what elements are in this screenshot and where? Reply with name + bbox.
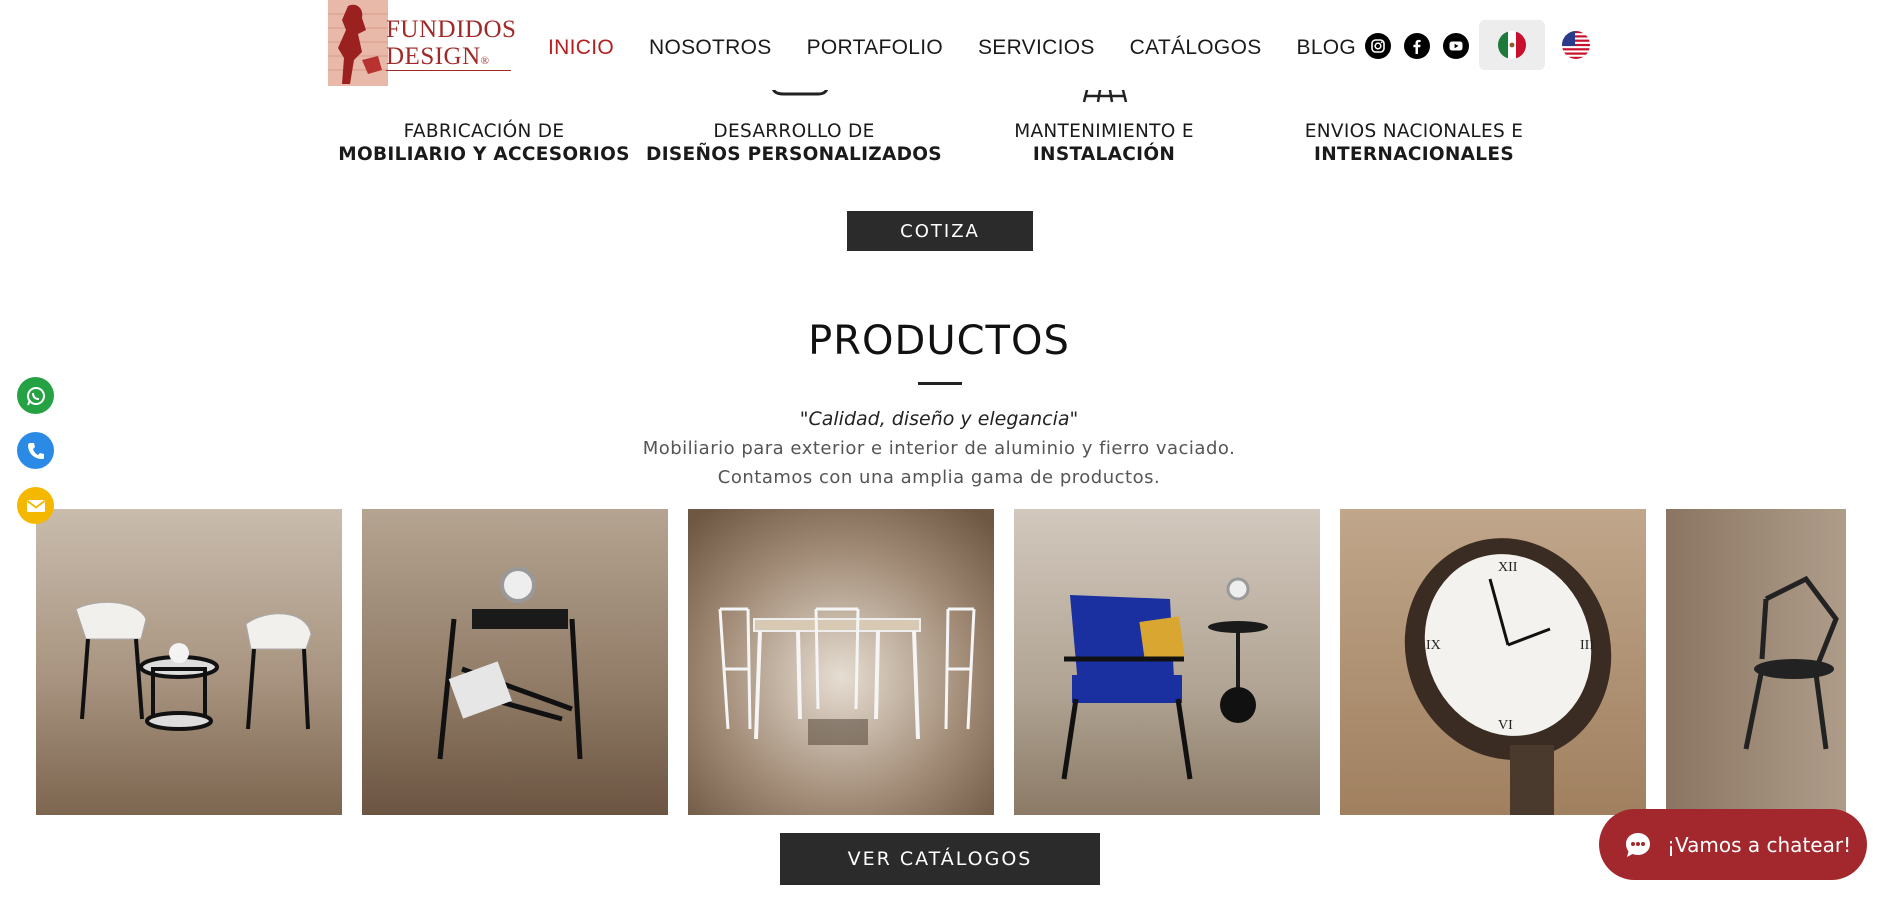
whatsapp-icon[interactable]	[17, 377, 54, 414]
service-mantenimiento: MANTENIMIENTO E INSTALACIÓN	[954, 120, 1254, 166]
service-line-1: ENVIOS NACIONALES E	[1304, 121, 1524, 142]
phone-icon[interactable]	[17, 432, 54, 469]
title-divider	[918, 382, 962, 385]
products-description-2: Contamos con una amplia gama de producto…	[717, 467, 1161, 488]
gallery-next-arrow-icon[interactable]	[1852, 636, 1878, 686]
street-clock-image[interactable]: XII III VI IX	[1340, 509, 1646, 815]
chat-widget-button[interactable]: ¡Vamos a chatear!	[1599, 809, 1867, 880]
service-line-1: MANTENIMIENTO E	[1014, 121, 1194, 142]
products-title: PRODUCTOS	[808, 318, 1070, 364]
logo-text: FUNDIDOS DESIGN®	[386, 16, 516, 75]
email-icon[interactable]	[17, 487, 54, 524]
service-desarrollo: DESARROLLO DE DISEÑOS PERSONALIZADOS	[644, 120, 944, 166]
usa-flag-icon	[1562, 31, 1590, 59]
service-line-2: MOBILIARIO Y ACCESORIOS	[338, 144, 630, 165]
white-chairs-side-table-image[interactable]	[36, 509, 342, 815]
facebook-icon[interactable]	[1404, 33, 1430, 59]
gallery-prev-arrow-icon[interactable]	[0, 636, 30, 686]
logo-line-1: FUNDIDOS	[386, 16, 517, 43]
cotiza-button[interactable]: COTIZA	[847, 211, 1033, 251]
service-fabricacion: FABRICACIÓN DE MOBILIARIO Y ACCESORIOS	[334, 120, 634, 166]
site-header: FUNDIDOS DESIGN® INICIO NOSOTROS PORTAFO…	[0, 0, 1878, 90]
instagram-icon[interactable]	[1365, 33, 1391, 59]
logo-registered-mark: ®	[480, 55, 490, 67]
chat-bubble-icon	[1626, 832, 1650, 857]
chat-label: ¡Vamos a chatear!	[1667, 832, 1852, 857]
main-nav: INICIO NOSOTROS PORTAFOLIO SERVICIOS CAT…	[548, 36, 1391, 60]
language-es[interactable]	[1479, 20, 1545, 70]
svg-text:III: III	[1580, 638, 1594, 653]
blue-armchair-image[interactable]	[1014, 509, 1320, 815]
service-line-1: FABRICACIÓN DE	[403, 121, 565, 142]
svg-text:IX: IX	[1426, 638, 1441, 653]
nav-catalogos[interactable]: CATÁLOGOS	[1130, 36, 1262, 60]
service-envios: ENVIOS NACIONALES E INTERNACIONALES	[1264, 120, 1564, 166]
svg-text:XII: XII	[1498, 560, 1518, 575]
products-description-1: Mobiliario para exterior e interior de a…	[642, 438, 1236, 459]
youtube-icon[interactable]	[1443, 33, 1469, 59]
black-side-table-clock-image[interactable]	[362, 509, 668, 815]
social-links	[1365, 33, 1469, 59]
service-line-2: INSTALACIÓN	[1032, 144, 1176, 165]
ver-catalogos-button[interactable]: VER CATÁLOGOS	[780, 833, 1100, 885]
product-gallery: XII III VI IX	[36, 509, 1846, 815]
black-chair-image[interactable]	[1666, 509, 1846, 815]
nav-portafolio[interactable]: PORTAFOLIO	[807, 36, 943, 60]
nav-blog[interactable]: BLOG	[1297, 36, 1357, 60]
nav-nosotros[interactable]: NOSOTROS	[649, 36, 772, 60]
white-dining-set-image[interactable]	[688, 509, 994, 815]
service-line-1: DESARROLLO DE	[713, 121, 875, 142]
service-line-2: DISEÑOS PERSONALIZADOS	[646, 144, 942, 165]
nav-inicio[interactable]: INICIO	[548, 36, 614, 60]
service-line-2: INTERNACIONALES	[1314, 144, 1514, 165]
language-en[interactable]	[1558, 20, 1594, 70]
mexico-flag-icon	[1498, 31, 1526, 59]
logo-figure-icon	[328, 0, 388, 86]
nav-servicios[interactable]: SERVICIOS	[978, 36, 1095, 60]
logo-underline	[386, 70, 511, 71]
logo[interactable]: FUNDIDOS DESIGN®	[328, 0, 516, 86]
logo-line-2-text: DESIGN	[386, 43, 481, 70]
products-tagline: "Calidad, diseño y elegancia"	[799, 408, 1079, 430]
svg-text:VI: VI	[1498, 718, 1513, 733]
